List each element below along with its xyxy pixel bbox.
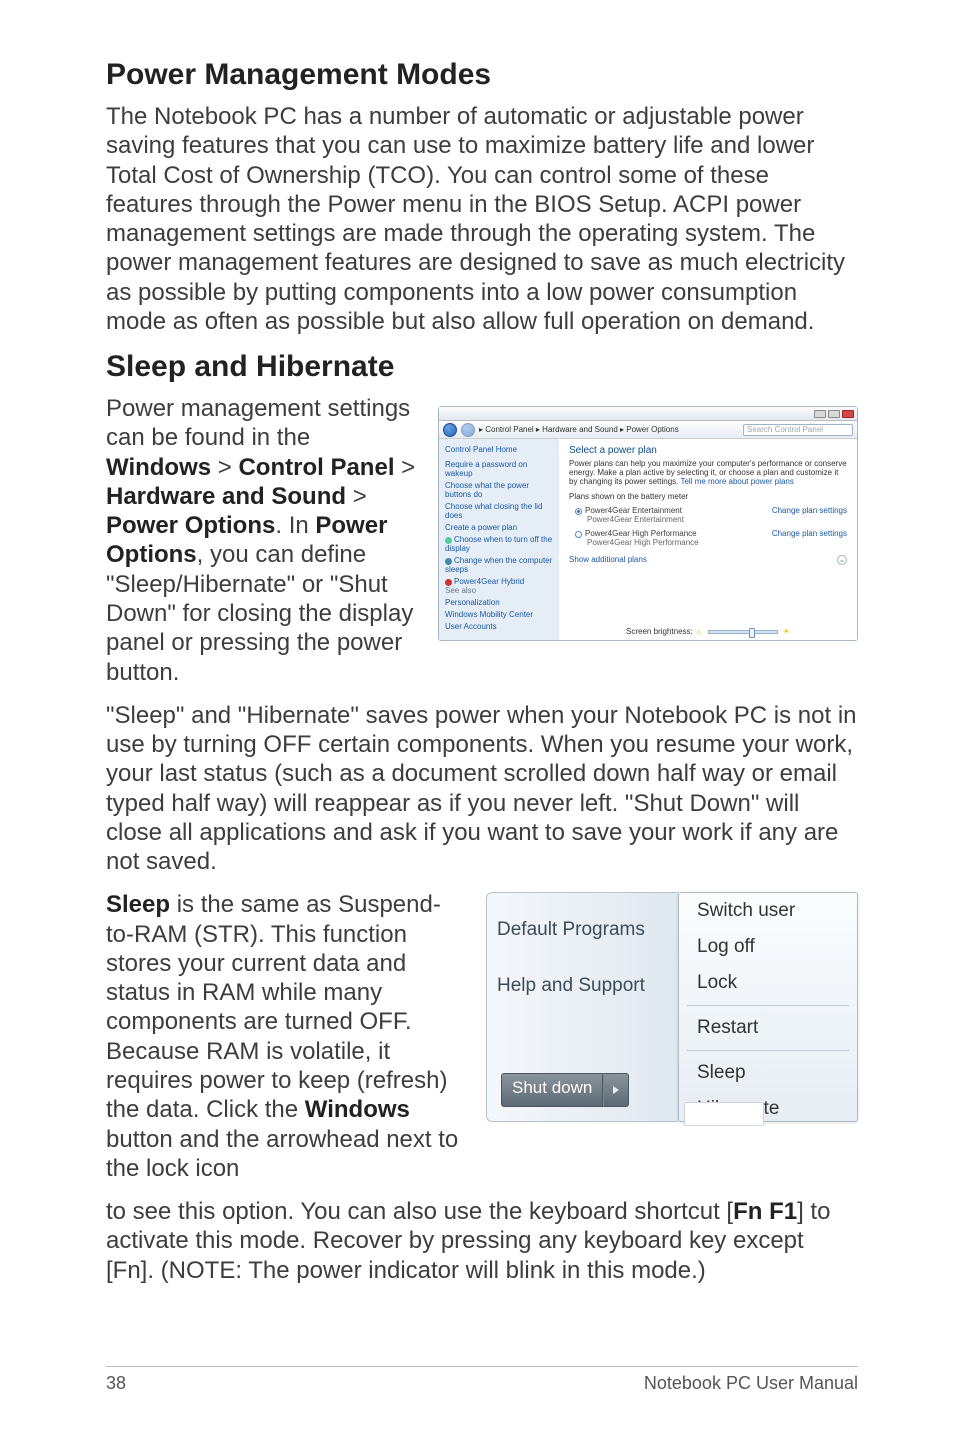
chevron-down-icon[interactable]: ⌄ bbox=[837, 555, 847, 565]
sun-dim-icon: ☼ bbox=[695, 627, 702, 636]
brightness-row: Screen brightness: ☼ ☀ bbox=[559, 627, 857, 636]
see-also-label: See also bbox=[445, 586, 533, 595]
sidebar-link-display-off[interactable]: Choose when to turn off the display bbox=[445, 535, 553, 553]
sidebar-link-buttons[interactable]: Choose what the power buttons do bbox=[445, 481, 553, 499]
paragraph-sleep-hibernate-desc: "Sleep" and "Hibernate" saves power when… bbox=[106, 701, 858, 877]
page-number: 38 bbox=[106, 1373, 126, 1394]
plan-high-performance[interactable]: Power4Gear High Performance Change plan … bbox=[575, 529, 847, 547]
shutdown-submenu: Switch user Log off Lock Restart Sleep H… bbox=[678, 892, 858, 1122]
text: button and the arrowhead next to the loc… bbox=[106, 1126, 458, 1182]
menu-separator bbox=[687, 1050, 849, 1051]
text: > bbox=[211, 454, 238, 481]
sidebar-link-create-plan[interactable]: Create a power plan bbox=[445, 523, 553, 532]
sleep-icon bbox=[445, 558, 452, 565]
shutdown-arrow-button[interactable] bbox=[603, 1073, 629, 1107]
link-change-settings-2[interactable]: Change plan settings bbox=[772, 529, 847, 538]
sidebar-heading: Control Panel Home bbox=[445, 445, 553, 454]
shutdown-split-button: Shut down bbox=[501, 1073, 629, 1107]
see-also-accounts[interactable]: User Accounts bbox=[445, 622, 533, 631]
text: is the same as Suspend-to-RAM (STR). Thi… bbox=[106, 891, 447, 1123]
menu-item-sleep[interactable]: Sleep bbox=[679, 1055, 857, 1091]
menu-item-default-programs[interactable]: Default Programs bbox=[487, 911, 678, 949]
radio-icon[interactable] bbox=[575, 508, 582, 515]
display-icon bbox=[445, 537, 452, 544]
page-footer: 38 Notebook PC User Manual bbox=[106, 1366, 858, 1394]
see-also: See also Personalization Windows Mobilit… bbox=[445, 586, 533, 634]
text: to see this option. You can also use the… bbox=[106, 1198, 733, 1225]
sidebar-link-password[interactable]: Require a password on wakeup bbox=[445, 460, 553, 478]
minimize-button[interactable] bbox=[814, 410, 826, 418]
bold-windows-2: Windows bbox=[305, 1096, 410, 1123]
brightness-slider[interactable] bbox=[708, 630, 778, 634]
text: Power4Gear Hybrid bbox=[454, 577, 524, 586]
plan-name: Power4Gear Entertainment bbox=[585, 506, 682, 515]
text: > bbox=[346, 483, 367, 510]
address-bar: ▸ Control Panel ▸ Hardware and Sound ▸ P… bbox=[439, 421, 857, 439]
main-heading: Select a power plan bbox=[569, 445, 847, 456]
link-tell-more[interactable]: Tell me more about power plans bbox=[680, 477, 793, 486]
sun-bright-icon: ☀ bbox=[783, 627, 790, 636]
paragraph-shortcut: to see this option. You can also use the… bbox=[106, 1197, 858, 1285]
text: Choose when to turn off the display bbox=[445, 535, 552, 553]
menu-item-lock[interactable]: Lock bbox=[679, 965, 857, 1001]
see-also-personalization[interactable]: Personalization bbox=[445, 598, 533, 607]
menu-item-help-support[interactable]: Help and Support bbox=[487, 967, 678, 1005]
link-change-settings-1[interactable]: Change plan settings bbox=[772, 506, 847, 515]
paragraph-settings-location: Power management settings can be found i… bbox=[106, 394, 420, 687]
forward-button[interactable] bbox=[461, 423, 475, 437]
bold-fn-f1: Fn F1 bbox=[733, 1198, 797, 1225]
back-button[interactable] bbox=[443, 423, 457, 437]
bold-hardware-sound: Hardware and Sound bbox=[106, 483, 346, 510]
p4g-icon bbox=[445, 579, 452, 586]
text: Power management settings can be found i… bbox=[106, 395, 410, 451]
text: . In bbox=[275, 512, 315, 539]
bold-windows: Windows bbox=[106, 454, 211, 481]
sidebar: Control Panel Home Require a password on… bbox=[439, 439, 559, 640]
search-input[interactable]: Search Control Panel bbox=[743, 424, 853, 436]
radio-icon[interactable] bbox=[575, 531, 582, 538]
plans-label: Plans shown on the battery meter bbox=[569, 492, 847, 501]
bold-sleep: Sleep bbox=[106, 891, 170, 918]
menu-separator bbox=[687, 1005, 849, 1006]
main-pane: Select a power plan Power plans can help… bbox=[559, 439, 857, 640]
sidebar-link-lid[interactable]: Choose what closing the lid does bbox=[445, 502, 553, 520]
bold-power-options: Power Options bbox=[106, 512, 275, 539]
screenshot-shutdown-menu: Default Programs Help and Support Shut d… bbox=[486, 892, 858, 1122]
breadcrumb[interactable]: ▸ Control Panel ▸ Hardware and Sound ▸ P… bbox=[479, 425, 679, 434]
paragraph-intro: The Notebook PC has a number of automati… bbox=[106, 102, 858, 336]
plan-entertainment[interactable]: Power4Gear Entertainment Change plan set… bbox=[575, 506, 847, 524]
screenshot-power-options: ▸ Control Panel ▸ Hardware and Sound ▸ P… bbox=[438, 406, 858, 641]
see-also-mobility[interactable]: Windows Mobility Center bbox=[445, 610, 533, 619]
heading-sleep-hibernate: Sleep and Hibernate bbox=[106, 350, 858, 384]
main-description: Power plans can help you maximize your c… bbox=[569, 459, 847, 486]
plan-sub: Power4Gear High Performance bbox=[587, 538, 847, 547]
brightness-label: Screen brightness: bbox=[626, 627, 693, 636]
footer-title: Notebook PC User Manual bbox=[644, 1373, 858, 1394]
text: Change when the computer sleeps bbox=[445, 556, 552, 574]
chevron-right-icon bbox=[611, 1085, 621, 1095]
menu-item-restart[interactable]: Restart bbox=[679, 1010, 857, 1046]
shutdown-button[interactable]: Shut down bbox=[501, 1073, 603, 1107]
show-additional[interactable]: Show additional plans ⌄ bbox=[569, 555, 847, 564]
heading-power-management: Power Management Modes bbox=[106, 58, 858, 92]
window-titlebar bbox=[439, 407, 857, 421]
menu-item-log-off[interactable]: Log off bbox=[679, 929, 857, 965]
text: Show additional plans bbox=[569, 555, 647, 564]
plan-name: Power4Gear High Performance bbox=[585, 529, 697, 538]
sidebar-link-p4g[interactable]: Power4Gear Hybrid bbox=[445, 577, 553, 586]
maximize-button[interactable] bbox=[828, 410, 840, 418]
text: > bbox=[394, 454, 415, 481]
bold-control-panel: Control Panel bbox=[238, 454, 394, 481]
close-button[interactable] bbox=[842, 410, 854, 418]
plan-sub: Power4Gear Entertainment bbox=[587, 515, 847, 524]
sidebar-link-sleep[interactable]: Change when the computer sleeps bbox=[445, 556, 553, 574]
menu-item-switch-user[interactable]: Switch user bbox=[679, 893, 857, 929]
decorative-slab bbox=[684, 1102, 764, 1126]
paragraph-sleep-str: Sleep is the same as Suspend-to-RAM (STR… bbox=[106, 890, 468, 1183]
start-menu-left: Default Programs Help and Support Shut d… bbox=[486, 892, 678, 1122]
